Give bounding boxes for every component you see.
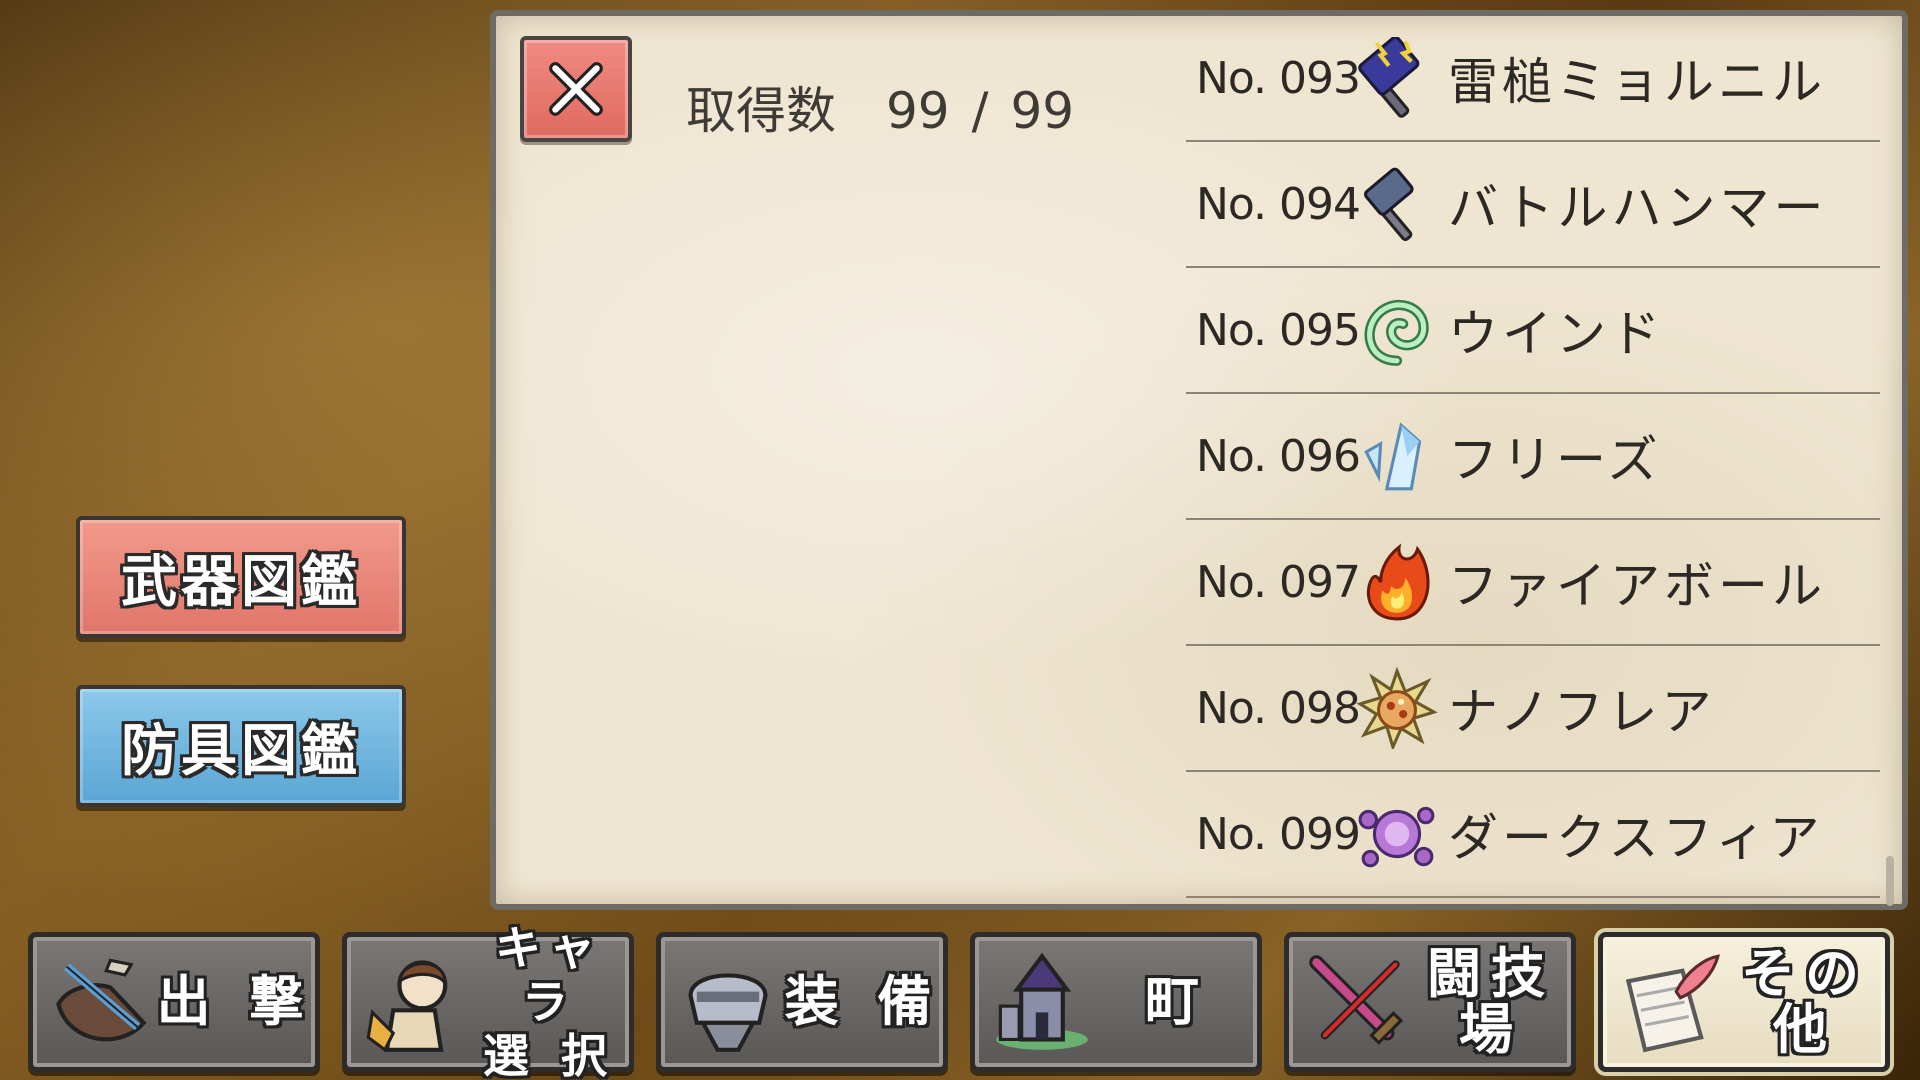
armor-catalog-button[interactable]: 防具図鑑 bbox=[76, 685, 406, 807]
town-castle-icon bbox=[987, 947, 1097, 1057]
nav-character-label-line1: キャラ bbox=[495, 921, 603, 1029]
item-number: No. 095 bbox=[1196, 304, 1361, 356]
catalog-panel: 取得数 99 / 99 No. 093 雷槌ミョルニル No. 094 バトルハンマ… bbox=[490, 10, 1908, 910]
fireball-icon bbox=[1354, 539, 1440, 625]
list-item[interactable]: No. 097 ファイアボール bbox=[1186, 520, 1880, 646]
scroll-quill-icon bbox=[1615, 947, 1725, 1057]
armor-catalog-label: 防具図鑑 bbox=[121, 718, 361, 784]
collected-count: 取得数 99 / 99 bbox=[686, 71, 1074, 143]
ice-crystal-icon bbox=[1354, 413, 1440, 499]
collected-count-label: 取得数 bbox=[686, 82, 836, 140]
nav-sortie-label: 出 撃 bbox=[156, 970, 314, 1033]
list-item[interactable]: No. 098 ナノフレア bbox=[1186, 646, 1880, 772]
nav-character-select-label: キャラ 選 択 bbox=[469, 921, 629, 1080]
collected-count-separator: / bbox=[971, 82, 989, 140]
item-list[interactable]: No. 093 雷槌ミョルニル No. 094 バトルハンマー No. 095 … bbox=[1186, 16, 1880, 898]
list-item[interactable]: No. 094 バトルハンマー bbox=[1186, 142, 1880, 268]
item-name: ナノフレア bbox=[1448, 683, 1716, 741]
item-number: No. 096 bbox=[1196, 430, 1361, 482]
item-name: ファイアボール bbox=[1448, 557, 1826, 615]
item-number: No. 094 bbox=[1196, 178, 1361, 230]
crossed-swords-icon bbox=[1301, 947, 1411, 1057]
item-number: No. 093 bbox=[1196, 52, 1361, 104]
list-item[interactable]: No. 099 ダークスフィア bbox=[1186, 772, 1880, 898]
scrollbar-thumb[interactable] bbox=[1886, 856, 1894, 906]
list-item[interactable]: No. 096 フリーズ bbox=[1186, 394, 1880, 520]
mjolnir-hammer-icon bbox=[1354, 35, 1440, 121]
list-item[interactable]: No. 093 雷槌ミョルニル bbox=[1186, 16, 1880, 142]
collected-count-total: 99 bbox=[1010, 82, 1075, 140]
item-number: No. 098 bbox=[1196, 682, 1361, 734]
armor-helmet-icon bbox=[673, 947, 783, 1057]
nav-other-label: その他 bbox=[1741, 942, 1869, 1061]
nav-town-button[interactable]: 町 bbox=[970, 932, 1262, 1072]
item-name: 雷槌ミョルニル bbox=[1448, 53, 1826, 111]
close-button[interactable] bbox=[520, 36, 632, 142]
nav-character-select-button[interactable]: キャラ 選 択 bbox=[342, 921, 634, 1080]
collected-count-owned: 99 bbox=[886, 82, 950, 140]
nav-sortie-button[interactable]: 出 撃 bbox=[28, 932, 320, 1072]
nav-equipment-label: 装 備 bbox=[784, 970, 942, 1033]
game-screen: 武器図鑑 防具図鑑 取得数 99 / 99 No. 093 雷槌ミョルニル No. … bbox=[0, 0, 1920, 1080]
close-icon bbox=[549, 62, 603, 116]
item-name: ダークスフィア bbox=[1448, 809, 1824, 867]
weapon-catalog-label: 武器図鑑 bbox=[121, 549, 361, 615]
nav-equipment-button[interactable]: 装 備 bbox=[656, 932, 948, 1072]
wind-swirl-icon bbox=[1354, 287, 1440, 373]
battle-hammer-icon bbox=[1354, 161, 1440, 247]
nav-town-label: 町 bbox=[1145, 970, 1209, 1033]
item-number: No. 099 bbox=[1196, 808, 1361, 860]
nav-other-button[interactable]: その他 bbox=[1598, 932, 1890, 1072]
nav-character-label-line2: 選 択 bbox=[482, 1029, 615, 1080]
item-name: ウインド bbox=[1448, 305, 1664, 363]
sortie-ship-icon bbox=[45, 947, 155, 1057]
bottom-nav: 出 撃 キャラ 選 択 装 備 町 闘技場 その他 bbox=[0, 920, 1920, 1080]
item-number: No. 097 bbox=[1196, 556, 1361, 608]
item-name: フリーズ bbox=[1448, 431, 1662, 489]
character-portrait-icon bbox=[359, 947, 469, 1057]
nav-arena-button[interactable]: 闘技場 bbox=[1284, 932, 1576, 1072]
list-item[interactable]: No. 095 ウインド bbox=[1186, 268, 1880, 394]
nanoflare-burst-icon bbox=[1354, 665, 1440, 751]
nav-arena-label: 闘技場 bbox=[1427, 942, 1555, 1061]
weapon-catalog-button[interactable]: 武器図鑑 bbox=[76, 516, 406, 638]
dark-sphere-icon bbox=[1354, 791, 1440, 877]
item-name: バトルハンマー bbox=[1448, 179, 1828, 237]
